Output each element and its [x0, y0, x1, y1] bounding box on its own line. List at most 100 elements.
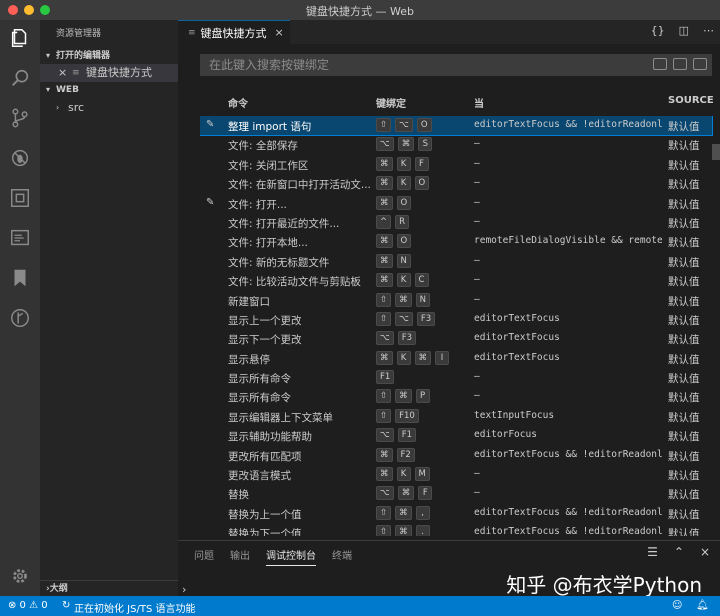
panel-tab[interactable]: 终端: [332, 547, 352, 566]
command-label: 显示上一个更改: [228, 314, 302, 327]
key-cap: ⌘: [376, 467, 393, 482]
debug-icon[interactable]: [8, 146, 32, 170]
window-title: 键盘快捷方式 — Web: [306, 5, 414, 18]
key-cap: O: [396, 234, 412, 249]
table-row[interactable]: 文件: 新的无标题文件 ⌘ N — 默认值: [200, 252, 712, 271]
table-row[interactable]: 显示上一个更改 ⇧ ⌥ F3 editorTextFocus 默认值: [200, 310, 712, 329]
console-prompt[interactable]: ›: [182, 583, 186, 596]
bottom-panel: 问题 输出 调试控制台 终端 ☰ ⌃ × › 知乎 @布衣学Python: [178, 540, 720, 597]
key-cap: ⌘: [376, 447, 393, 462]
clear-search-icon[interactable]: [693, 58, 707, 70]
open-editors-section[interactable]: ▾ 打开的编辑器: [40, 48, 178, 64]
source-control-icon[interactable]: [8, 106, 32, 130]
key-cap: ⇧: [376, 118, 392, 132]
split-editor-icon[interactable]: ◫: [679, 24, 689, 37]
key-cap: O: [396, 195, 412, 210]
table-row[interactable]: 文件: 在新窗口中打开活动文... ⌘ K O — 默认值: [200, 174, 712, 193]
table-row[interactable]: 替换 ⌥ ⌘ F — 默认值: [200, 484, 712, 503]
table-row[interactable]: 显示编辑器上下文菜单 ⇧ F10 textInputFocus 默认值: [200, 407, 712, 426]
search-icon[interactable]: [8, 66, 32, 90]
close-icon[interactable]: ×: [58, 64, 67, 82]
column-when[interactable]: 当: [474, 95, 484, 110]
edit-keybinding-icon[interactable]: ✎: [206, 119, 214, 130]
watermark: 知乎 @布衣学Python: [506, 573, 702, 597]
gear-icon[interactable]: [8, 564, 32, 588]
table-row[interactable]: 替换为下一个值 ⇧ ⌘. editorTextFocus && !editorRead…: [200, 523, 712, 536]
clear-console-icon[interactable]: ☰: [647, 545, 658, 559]
search-placeholder: 在此键入搜索按键绑定: [209, 58, 330, 72]
progress-status[interactable]: 正在初始化 JS/TS 语言功能: [74, 600, 195, 615]
table-row[interactable]: 更改所有匹配项 ⌘ F2 editorTextFocus && !editorRead…: [200, 446, 712, 465]
key-cap: K: [396, 176, 411, 191]
feedback-icon[interactable]: ☺: [672, 600, 682, 611]
tab-keyboard-shortcuts[interactable]: ≡ 键盘快捷方式 ×: [178, 20, 290, 44]
notifications-icon[interactable]: 🔔︎: [696, 600, 709, 611]
folder-src[interactable]: › src: [40, 99, 178, 117]
table-row[interactable]: ✎ 整理 import 语句 ⇧ ⌥ OeditorTextFocus && !edit…: [200, 116, 713, 137]
command-label: 替换: [228, 489, 249, 502]
table-row[interactable]: 显示所有命令 ⇧ ⌘ P — 默认值: [200, 387, 712, 406]
keybindings-search-input[interactable]: 在此键入搜索按键绑定: [200, 54, 712, 76]
keybinding-keys: ⇧ ⌥ O: [376, 118, 432, 132]
column-keybinding[interactable]: 键绑定: [376, 95, 406, 110]
command-label: 文件: 打开...: [228, 198, 287, 211]
remote-explorer-icon[interactable]: [8, 226, 32, 250]
more-actions-icon[interactable]: ⋯: [703, 24, 714, 37]
bookmark-icon[interactable]: [8, 266, 32, 290]
open-json-icon[interactable]: {}: [651, 24, 665, 37]
table-row[interactable]: ✎ 文件: 打开... ⌘ O — 默认值: [200, 194, 712, 213]
table-row[interactable]: 文件: 关闭工作区 ⌘ K F — 默认值: [200, 155, 712, 174]
editor-actions: {} ◫ ⋯: [651, 24, 714, 37]
table-row[interactable]: 替换为上一个值 ⇧ ⌘, editorTextFocus && !editorRead…: [200, 504, 712, 523]
close-panel-icon[interactable]: ×: [700, 545, 710, 559]
extensions-icon[interactable]: [8, 186, 32, 210]
table-row[interactable]: 显示下一个更改 ⌥ F3 editorTextFocus 默认值: [200, 329, 712, 348]
problems-indicator[interactable]: ⊗ 0 ⚠ 0: [8, 600, 48, 611]
open-editors-label: 打开的编辑器: [56, 51, 111, 61]
record-keys-icon[interactable]: [653, 58, 667, 70]
command-label: 文件: 在新窗口中打开活动文...: [228, 179, 371, 192]
key-cap: F1: [397, 428, 417, 443]
key-cap: F: [414, 156, 429, 171]
table-row[interactable]: 新建窗口 ⇧ ⌘ N — 默认值: [200, 291, 712, 310]
table-row[interactable]: 文件: 打开最近的文件... ^ R — 默认值: [200, 213, 712, 232]
column-command[interactable]: 命令: [228, 95, 248, 110]
panel-tab[interactable]: 输出: [230, 547, 250, 566]
key-cap: K: [396, 273, 411, 288]
search-actions: [653, 58, 707, 70]
key-cap: ⌘: [376, 195, 393, 210]
column-source[interactable]: SOURCE: [668, 95, 714, 106]
explorer-icon[interactable]: [8, 26, 32, 50]
open-editor-item[interactable]: × ≡ 键盘快捷方式: [40, 64, 178, 82]
command-label: 显示悬停: [228, 353, 270, 366]
table-row[interactable]: 文件: 比较活动文件与剪贴板 ⌘ K C — 默认值: [200, 271, 712, 290]
chevron-down-icon: ▾: [46, 51, 51, 60]
table-row[interactable]: 显示所有命令 F1 — 默认值: [200, 368, 712, 387]
table-row[interactable]: 文件: 打开本地... ⌘ OremoteFileDialogVisible && …: [200, 232, 712, 251]
panel-tab[interactable]: 调试控制台: [266, 547, 316, 566]
close-icon[interactable]: ×: [275, 26, 284, 39]
table-scrollbar[interactable]: [712, 144, 720, 160]
workspace-section[interactable]: ▾ WEB: [40, 82, 178, 98]
key-cap: K: [396, 350, 411, 365]
keybinding-keys: ⌥ F1: [376, 428, 417, 443]
edit-keybinding-icon[interactable]: ✎: [206, 197, 214, 208]
table-row[interactable]: 文件: 全部保存 ⌥ ⌘ S — 默认值: [200, 135, 712, 154]
gitlens-icon[interactable]: [8, 306, 32, 330]
when-clause: —: [474, 177, 480, 189]
table-row[interactable]: 显示悬停 ⌘ K ⌘ IeditorTextFocus 默认值: [200, 349, 712, 368]
table-row[interactable]: 更改语言模式 ⌘ K M — 默认值: [200, 465, 712, 484]
key-cap: F3: [397, 331, 417, 346]
key-cap: ⌘: [376, 273, 393, 288]
key-cap: ,: [415, 505, 430, 520]
sort-by-precedence-icon[interactable]: [673, 58, 687, 70]
table-row[interactable]: 显示辅助功能帮助 ⌥ F1 editorFocus 默认值: [200, 426, 712, 445]
outline-section[interactable]: ›大纲: [40, 580, 178, 596]
keybinding-keys: ⌘ F2: [376, 447, 415, 462]
source-label: 默认值: [668, 256, 700, 269]
maximize-panel-icon[interactable]: ⌃: [674, 545, 684, 559]
panel-tab[interactable]: 问题: [194, 547, 214, 566]
keyboard-file-icon: ≡: [188, 27, 196, 38]
editor-area: ≡ 键盘快捷方式 × {} ◫ ⋯ 在此键入搜索按键绑定 命令 键绑定 当 SO…: [178, 20, 720, 596]
when-clause: editorTextFocus: [474, 351, 560, 363]
